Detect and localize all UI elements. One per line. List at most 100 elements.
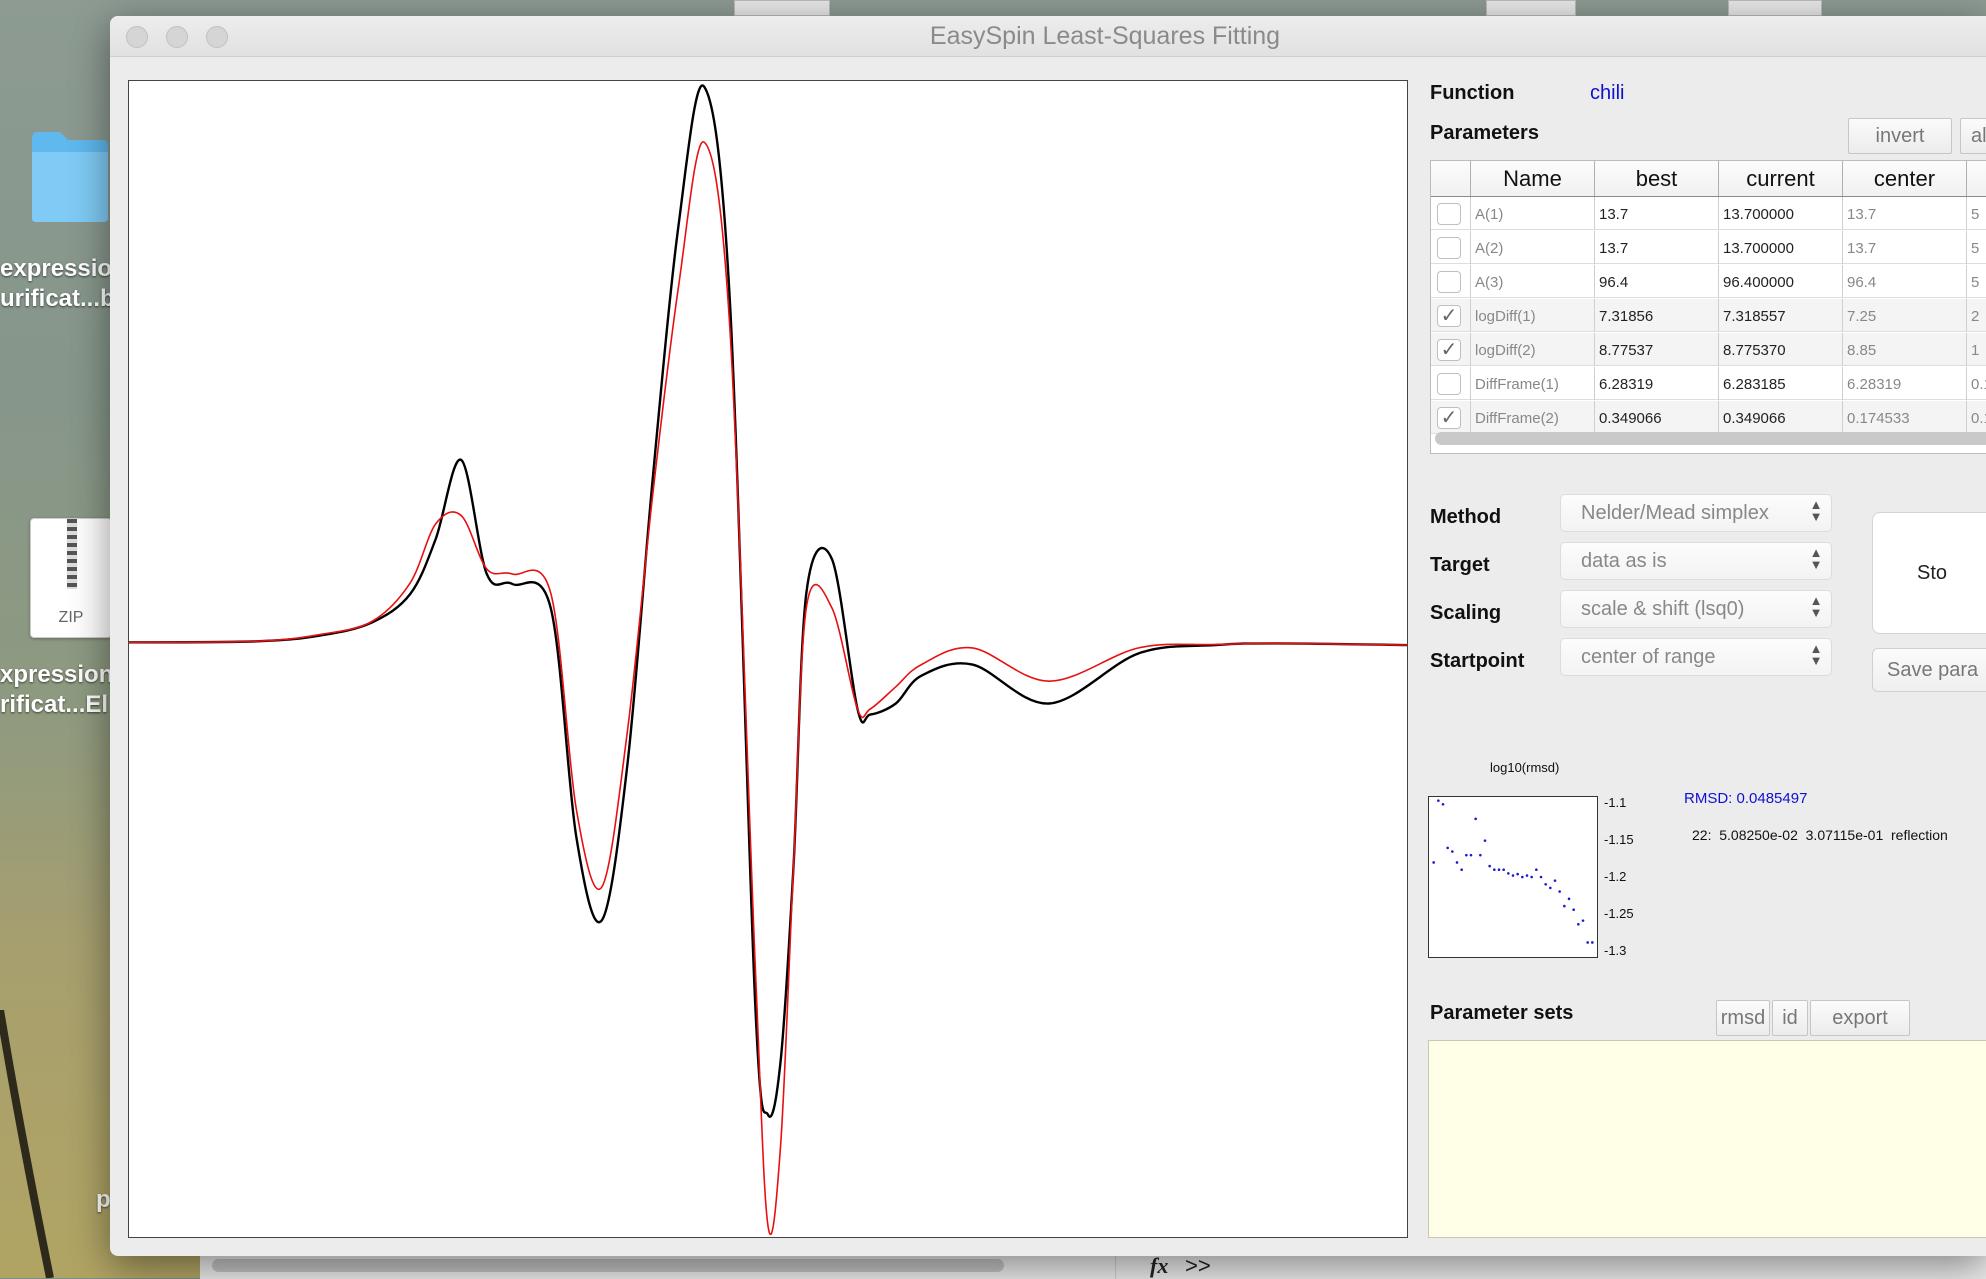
table-row[interactable]: ✓ logDiff(1) 7.31856 7.318557 7.25 2 <box>1431 299 1986 332</box>
table-row[interactable]: DiffFrame(1)6.283196.2831856.283190.1 <box>1431 367 1986 400</box>
cell-current[interactable]: 13.700000 <box>1719 197 1843 230</box>
cell-center[interactable]: 13.7 <box>1843 231 1967 264</box>
cell-name[interactable]: A(3) <box>1471 265 1595 298</box>
table-row[interactable]: ✓ logDiff(2) 8.77537 8.775370 8.85 1 <box>1431 333 1986 366</box>
header-select <box>1431 161 1471 196</box>
parameter-checkbox[interactable]: ✓ <box>1437 407 1461 429</box>
rmsd-point <box>1553 879 1557 882</box>
cell-name[interactable]: logDiff(1) <box>1471 299 1595 332</box>
table-row[interactable]: A(3) 96.4 96.400000 96.4 5 <box>1431 265 1986 298</box>
scaling-select[interactable]: scale & shift (lsq0) ▲ ▼ <box>1560 590 1832 628</box>
command-prompt[interactable]: >> <box>1185 1253 1211 1279</box>
parameter-checkbox[interactable] <box>1437 271 1461 293</box>
cell-extra[interactable]: 0.1 <box>1967 367 1986 400</box>
cell-center[interactable]: 7.25 <box>1843 299 1967 332</box>
cell-name[interactable]: DiffFrame(1) <box>1471 367 1595 400</box>
cell-current[interactable]: 6.283185 <box>1719 367 1843 400</box>
cell-extra[interactable]: 5 <box>1967 197 1986 230</box>
zip-file-icon[interactable]: ZIP <box>30 518 112 638</box>
rmsd-point <box>1437 799 1440 802</box>
desktop-icon-label[interactable]: xpression rificat...El <box>0 660 113 720</box>
desktop-thumbnail[interactable] <box>1728 0 1822 16</box>
export-button[interactable]: export <box>1810 1000 1910 1036</box>
cell-best[interactable]: 7.31856 <box>1595 299 1719 332</box>
rmsd-point <box>1483 839 1487 842</box>
desktop-icon-label-line: expressio <box>0 255 113 282</box>
cell-center[interactable]: 8.85 <box>1843 333 1967 366</box>
rmsd-point <box>1563 904 1566 908</box>
cell-extra[interactable]: 1 <box>1967 333 1986 366</box>
parameter-checkbox[interactable]: ✓ <box>1437 339 1461 361</box>
iteration-info: 22: 5.08250e-02 3.07115e-01 reflection <box>1692 827 1948 843</box>
method-select[interactable]: Nelder/Mead simplex ▲ ▼ <box>1560 494 1832 532</box>
sort-rmsd-button[interactable]: rmsd <box>1716 1000 1770 1036</box>
rmsd-point <box>1535 868 1538 872</box>
table-horizontal-scrollbar[interactable] <box>1435 432 1986 445</box>
table-row[interactable]: A(1) 13.7 13.700000 13.7 5 <box>1431 197 1986 230</box>
stop-button[interactable]: Sto <box>1872 512 1986 634</box>
cell-name[interactable]: A(2) <box>1471 231 1595 264</box>
parameter-checkbox[interactable] <box>1437 237 1461 259</box>
desktop-icon-label[interactable]: expressio urificat...b <box>0 254 115 314</box>
parameter-checkbox[interactable] <box>1437 373 1461 395</box>
target-select-value: data as is <box>1581 550 1667 572</box>
header-best[interactable]: best <box>1595 161 1719 196</box>
cell-current[interactable]: 8.775370 <box>1719 333 1843 366</box>
cell-name[interactable]: A(1) <box>1471 197 1595 230</box>
cell-best[interactable]: 13.7 <box>1595 197 1719 230</box>
cell-center[interactable]: 6.28319 <box>1843 367 1967 400</box>
rmsd-point <box>1525 874 1529 877</box>
header-current[interactable]: current <box>1719 161 1843 196</box>
parameters-table[interactable]: Name best current center A(1) 13.7 13.7000… <box>1430 160 1986 454</box>
parameter-sets-list[interactable] <box>1428 1040 1986 1238</box>
folder-icon[interactable] <box>30 128 110 224</box>
cell-current[interactable]: 7.318557 <box>1719 299 1843 332</box>
startpoint-select[interactable]: center of range ▲ ▼ <box>1560 638 1832 676</box>
rmsd-point <box>1455 861 1459 864</box>
cell-current[interactable]: 96.400000 <box>1719 265 1843 298</box>
scaling-label: Scaling <box>1430 602 1502 624</box>
cell-name[interactable]: logDiff(2) <box>1471 333 1595 366</box>
table-row[interactable]: A(2) 13.7 13.700000 13.7 5 <box>1431 231 1986 264</box>
cell-best[interactable]: 6.28319 <box>1595 367 1719 400</box>
rmsd-point <box>1432 861 1435 864</box>
header-name[interactable]: Name <box>1471 161 1595 196</box>
horizontal-scrollbar[interactable] <box>212 1259 1004 1272</box>
target-select[interactable]: data as is ▲ ▼ <box>1560 542 1832 580</box>
window-title: EasySpin Least-Squares Fitting <box>929 22 1281 50</box>
cell-extra[interactable]: 0.1 <box>1967 401 1986 434</box>
desktop-thumbnail[interactable] <box>1486 0 1576 16</box>
cell-extra[interactable]: 5 <box>1967 265 1986 298</box>
cell-name[interactable]: DiffFrame(2) <box>1471 401 1595 434</box>
parameter-checkbox[interactable] <box>1437 203 1461 225</box>
all-button[interactable]: all <box>1960 118 1986 154</box>
table-header: Name best current center <box>1431 161 1986 197</box>
cell-best[interactable]: 13.7 <box>1595 231 1719 264</box>
cell-best[interactable]: 8.77537 <box>1595 333 1719 366</box>
header-center[interactable]: center <box>1843 161 1967 196</box>
invert-button[interactable]: invert <box>1848 118 1952 154</box>
parameter-checkbox[interactable]: ✓ <box>1437 305 1461 327</box>
updown-chevron-icon: ▲ ▼ <box>1809 641 1823 668</box>
cell-current[interactable]: 13.700000 <box>1719 231 1843 264</box>
cell-center[interactable]: 96.4 <box>1843 265 1967 298</box>
save-parameters-button[interactable]: Save para <box>1872 648 1986 692</box>
file-type-label: ZIP <box>58 609 84 626</box>
cell-best[interactable]: 96.4 <box>1595 265 1719 298</box>
cell-center[interactable]: 13.7 <box>1843 197 1967 230</box>
row-select-cell: ✓ <box>1431 401 1471 434</box>
startpoint-select-value: center of range <box>1581 646 1716 668</box>
fx-icon[interactable]: fx <box>1150 1253 1168 1279</box>
title-bar[interactable]: EasySpin Least-Squares Fitting <box>110 16 1986 57</box>
desktop-icon-label-line: rificat...El <box>0 691 109 718</box>
cell-center[interactable]: 0.174533 <box>1843 401 1967 434</box>
row-select-cell: ✓ <box>1431 299 1471 332</box>
table-row[interactable]: ✓DiffFrame(2)0.3490660.3490660.1745330.1 <box>1431 401 1986 434</box>
desktop-thumbnail[interactable] <box>734 0 830 16</box>
sort-id-button[interactable]: id <box>1772 1000 1808 1036</box>
cell-current[interactable]: 0.349066 <box>1719 401 1843 434</box>
cell-best[interactable]: 0.349066 <box>1595 401 1719 434</box>
cell-extra[interactable]: 5 <box>1967 231 1986 264</box>
cell-extra[interactable]: 2 <box>1967 299 1986 332</box>
rmsd-point <box>1516 872 1519 876</box>
